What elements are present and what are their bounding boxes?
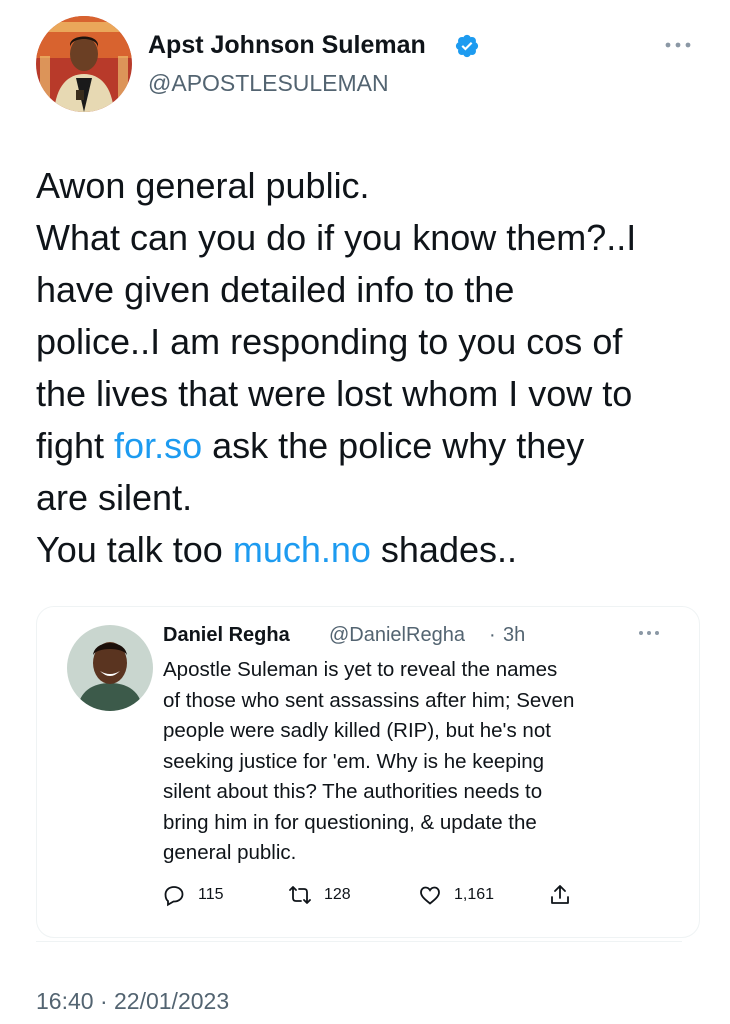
retweet-count: 128 [324, 886, 351, 903]
quoted-tweet[interactable]: Daniel Regha @DanielRegha · 3h Apostle S… [36, 606, 700, 938]
tweet-link[interactable]: much.no [233, 529, 371, 570]
tweet-text-line: the lives that were lost whom I vow to [36, 368, 706, 420]
quoted-text-line: Apostle Suleman is yet to reveal the nam… [163, 658, 558, 681]
tweet-text-segment: fight [36, 425, 115, 466]
retweet-button[interactable]: 128 [288, 880, 351, 910]
tweet-text-segment: What can you do if you know them?..I [36, 217, 637, 258]
tweet-text-line: You talk too much.no shades.. [36, 524, 706, 576]
tweet-text-segment: Awon general public. [36, 165, 370, 206]
quoted-text-line: bring him in for questioning, & update t… [163, 810, 537, 834]
quoted-text-line: people were sadly killed (RIP), but he's… [163, 719, 551, 742]
divider [36, 941, 682, 942]
tweet-text-segment: ask the police why they [202, 425, 585, 466]
quoted-author-handle[interactable]: @DanielRegha [329, 624, 465, 647]
quoted-text-line: of those who sent assassins after him; S… [163, 688, 575, 712]
quoted-time[interactable]: 3h [503, 624, 525, 647]
like-button[interactable]: 1,161 [418, 880, 494, 910]
more-dots-icon[interactable] [664, 40, 692, 50]
quoted-author-name[interactable]: Daniel Regha [163, 624, 290, 647]
tweet-text-line: are silent. [36, 472, 706, 524]
author-name[interactable]: Apst Johnson Suleman [148, 31, 426, 60]
quoted-tweet-body: Apostle Suleman is yet to reveal the nam… [163, 655, 683, 869]
quoted-author-avatar[interactable] [67, 625, 153, 711]
quoted-text-line: silent about this? The authorities needs… [163, 780, 543, 803]
share-button[interactable] [548, 880, 572, 910]
like-count: 1,161 [454, 886, 495, 903]
heart-icon [420, 886, 440, 905]
author-handle[interactable]: @APOSTLESULEMAN [148, 70, 389, 97]
reply-count: 115 [198, 886, 224, 903]
tweet-text-line: have given detailed info to the [36, 264, 706, 316]
share-icon [551, 885, 569, 904]
tweet-link[interactable]: for.so [114, 425, 202, 466]
retweet-icon [289, 886, 311, 904]
tweet-text-segment: police..I am responding to you cos of [36, 321, 623, 362]
tweet-text-line: fight for.so ask the police why they [36, 420, 706, 472]
reply-icon [164, 886, 184, 907]
tweet-text-line: police..I am responding to you cos of [36, 316, 706, 368]
quoted-text-line: general public. [163, 841, 297, 864]
verified-badge-icon [455, 34, 479, 58]
quoted-text-line: seeking justice for 'em. Why is he keepi… [163, 749, 545, 773]
author-avatar[interactable] [36, 16, 132, 112]
reply-button[interactable]: 115 [162, 880, 224, 910]
tweet-text-line: What can you do if you know them?..I [36, 212, 706, 264]
quoted-separator: · [489, 624, 496, 646]
tweet-text-segment: are silent. [36, 477, 193, 518]
tweet-text-segment: shades.. [370, 529, 517, 570]
tweet-text-segment: have given detailed info to the [36, 269, 515, 310]
tweet-text-segment: You talk too [36, 529, 233, 570]
quoted-more-dots-icon[interactable] [637, 629, 661, 637]
tweet-text-segment: the lives that were lost whom I vow to [36, 373, 633, 414]
tweet-timestamp[interactable]: 16:40 · 22/01/2023 [36, 988, 229, 1015]
tweet-text-line: Awon general public. [36, 160, 706, 212]
tweet-header: Apst Johnson Suleman @APOSTLESULEMAN [0, 0, 730, 130]
tweet-body: Awon general public. What can you do if y… [36, 160, 706, 576]
